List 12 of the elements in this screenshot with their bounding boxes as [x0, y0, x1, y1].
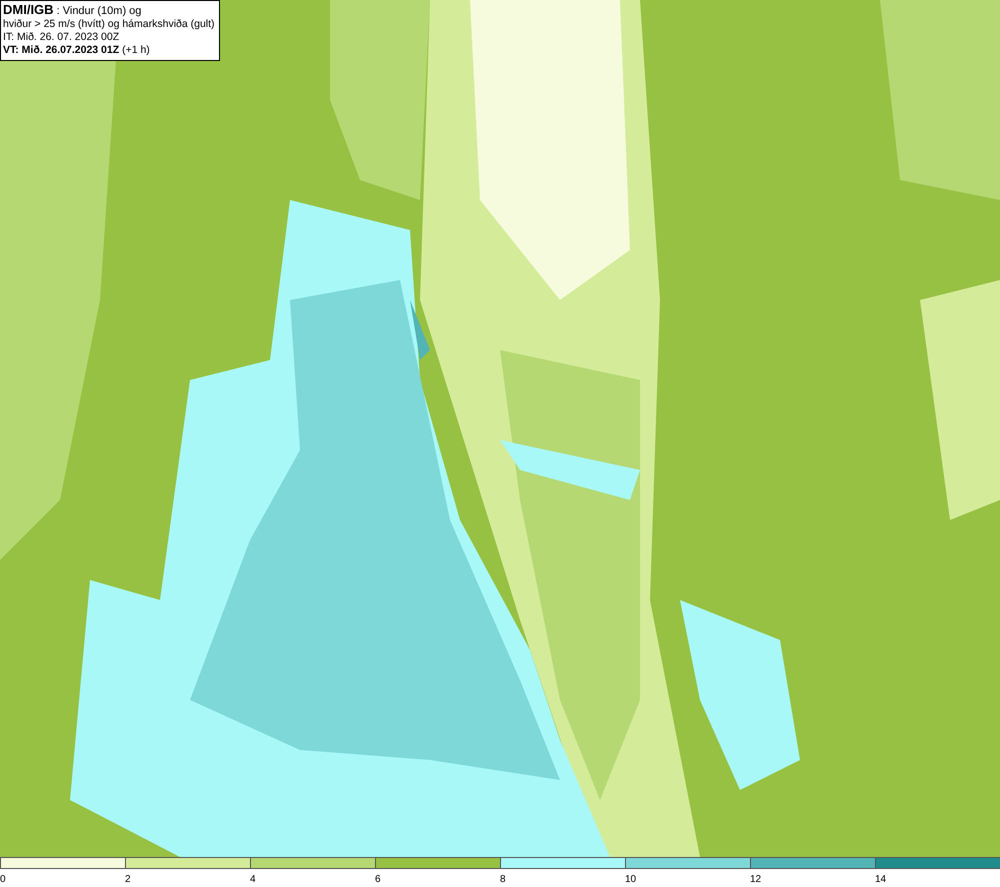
tick-label: 14	[875, 874, 886, 885]
tick-label: 4	[250, 874, 256, 885]
tick-label: 0	[0, 874, 6, 885]
tick-label: 6	[375, 874, 381, 885]
tick-label: 12	[750, 874, 762, 885]
info-text: IT: Mið. 26. 07. 2023 00Z	[3, 31, 120, 44]
tick-label: 2	[125, 874, 131, 885]
info-text: hviður > 25 m/s (hvítt) og hámarkshviða (gult)	[3, 18, 215, 31]
title-text: DMI/IGB : Vindur (10m) og	[3, 3, 142, 18]
tick-label: 10	[625, 874, 636, 885]
tick-label: 8	[500, 874, 506, 885]
info-text: VT: Mið. 26.07.2023 01Z (+1 h)	[3, 44, 151, 57]
